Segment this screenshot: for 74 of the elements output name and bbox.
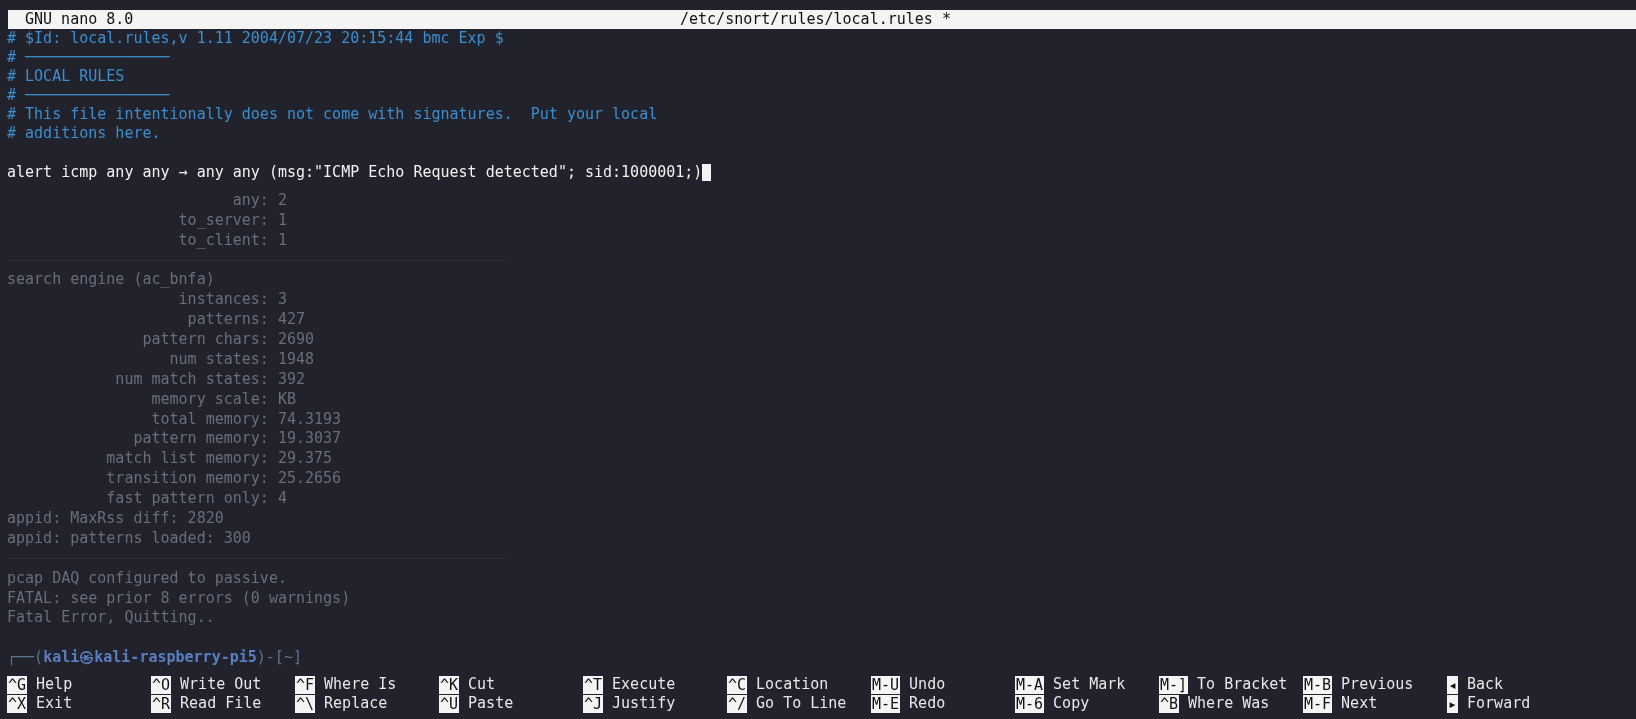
- comment-line: # ────────────────: [7, 86, 170, 106]
- shortcut-label: Help: [36, 675, 73, 694]
- file-name: /etc/snort/rules/local.rules *: [680, 10, 951, 29]
- background-text: to_client: 1: [177, 230, 287, 251]
- shortcut-label: Read File: [180, 694, 262, 713]
- shortcut-key: ^G: [7, 675, 28, 694]
- shortcut-label: Back: [1467, 675, 1504, 694]
- shortcut-key: ^U: [439, 694, 460, 713]
- shell-prompt: ┌──(kali㉿kali-raspberry-pi5)-[~]: [7, 648, 302, 667]
- comment-line: # ────────────────: [7, 48, 170, 68]
- comment-line: # $Id: local.rules,v 1.11 2004/07/23 20:15:44 bmc Exp $: [7, 29, 504, 49]
- shortcut-label: Execute: [612, 675, 676, 694]
- shortcut-key: ^X: [7, 694, 28, 713]
- shortcut-key: M-E: [871, 694, 901, 713]
- background-text: appid: MaxRss diff: 2820: [7, 509, 224, 527]
- shortcut-label: Where Was: [1188, 694, 1270, 713]
- shortcut-label: Write Out: [180, 675, 262, 694]
- background-text: pcap DAQ configured to passive.: [7, 568, 287, 587]
- shortcut-key: M-F: [1303, 694, 1333, 713]
- shortcut-key: ^/: [727, 694, 748, 713]
- shortcut-label: Paste: [468, 694, 514, 713]
- shortcut-key: ^C: [727, 675, 748, 694]
- shortcut-key: ▸: [1447, 694, 1459, 713]
- shortcut-key: ^F: [295, 675, 316, 694]
- shortcut-label: Redo: [909, 694, 946, 713]
- shortcut-label: Cut: [468, 675, 496, 694]
- shortcut-label: Replace: [324, 694, 388, 713]
- background-text: num states: 1948: [168, 349, 315, 370]
- background-text: FATAL: see prior 8 errors (0 warnings): [7, 588, 351, 607]
- shortcut-label: Next: [1341, 694, 1378, 713]
- shortcut-key: ^J: [583, 694, 604, 713]
- shortcut-key: ^K: [439, 675, 460, 694]
- comment-line: # additions here.: [7, 124, 161, 144]
- shortcut-key: M-]: [1159, 675, 1189, 694]
- background-text: to_server: 1: [177, 210, 287, 231]
- background-text: instances: 3: [177, 290, 287, 311]
- shortcut-label: Undo: [909, 675, 946, 694]
- background-text: search engine (ac_bnfa): [7, 270, 215, 289]
- background-text: fast pattern only: 4: [105, 489, 287, 509]
- shortcut-label: Where Is: [324, 675, 397, 694]
- shortcut-label: Location: [756, 675, 829, 694]
- background-text: num match states: 392: [114, 369, 305, 390]
- shortcut-label: Justify: [612, 694, 676, 713]
- shortcut-key: M-A: [1015, 675, 1045, 694]
- background-text: transition memory: 25.2656: [105, 469, 342, 490]
- shortcut-key: ^\: [295, 694, 316, 713]
- background-text: pattern memory: 19.3037: [132, 429, 342, 450]
- comment-line: # This file intentionally does not come with signatures. Put your local: [7, 105, 658, 125]
- background-text: patterns: 427: [186, 310, 305, 330]
- comment-line: # LOCAL RULES: [7, 67, 125, 87]
- shortcut-key: ^B: [1159, 694, 1180, 713]
- background-text: total memory: 74.3193: [150, 409, 342, 430]
- shortcut-label: Go To Line: [756, 694, 847, 713]
- shortcut-label: Previous: [1341, 675, 1414, 694]
- shortcut-label: Copy: [1053, 694, 1090, 713]
- shortcut-key: M-B: [1303, 675, 1333, 694]
- background-text: Fatal Error, Quitting..: [7, 608, 215, 627]
- background-text: pattern chars: 2690: [141, 330, 315, 350]
- background-text: appid: patterns loaded: 300: [7, 528, 251, 547]
- shortcut-label: Set Mark: [1053, 675, 1126, 694]
- code-line: alert icmp any any → any any (msg:"ICMP Echo Request detected"; sid:1000001;): [7, 162, 703, 182]
- shortcut-key: ^R: [151, 694, 172, 713]
- shortcut-key: ◂: [1447, 675, 1459, 694]
- shortcut-label: To Bracket: [1197, 675, 1288, 694]
- shortcut-key: ^O: [151, 675, 172, 694]
- shortcut-key: ^T: [583, 675, 604, 694]
- background-text: match list memory: 29.375: [105, 449, 333, 470]
- shortcut-label: Forward: [1467, 694, 1531, 713]
- background-text: memory scale: KB: [150, 389, 296, 410]
- background-text: any: 2: [231, 190, 287, 211]
- shortcut-key: M-6: [1015, 694, 1045, 713]
- shortcut-key: M-U: [871, 675, 901, 694]
- app-title: GNU nano 8.0: [25, 10, 135, 29]
- shortcut-label: Exit: [36, 694, 73, 713]
